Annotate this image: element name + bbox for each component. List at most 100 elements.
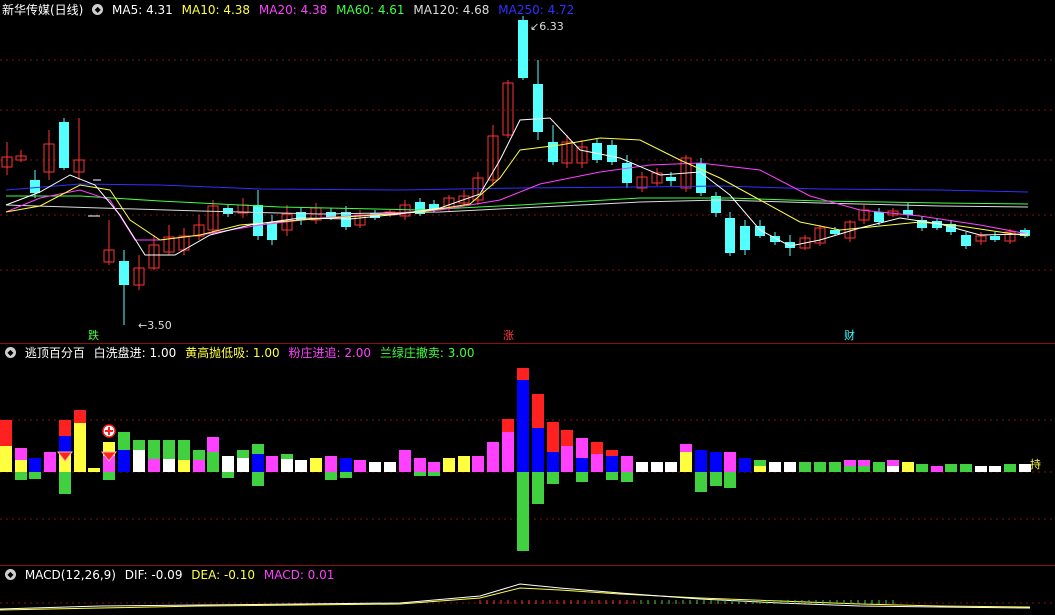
indicator-bar (561, 430, 573, 446)
dif-line (0, 583, 1031, 610)
indicator-bar (414, 458, 426, 472)
indicator-bar (945, 464, 957, 472)
candle-body (961, 235, 971, 246)
candle-body (30, 180, 40, 193)
indicator-side-label: 持 (1030, 458, 1041, 471)
indicator-bar (1004, 464, 1016, 472)
indicator-bar (606, 472, 618, 480)
indicator-bar (163, 440, 175, 459)
indicator-bar (547, 472, 559, 484)
indicator-bar (414, 472, 426, 476)
indicator-bar (74, 410, 86, 423)
indicator-pane[interactable]: ◆ 逃顶百分百 白洗盘进: 1.00 黄高抛低吸: 1.00 粉庄进追: 2.0… (0, 344, 1055, 564)
indicator-bar (118, 450, 130, 472)
indicator-bar (754, 460, 766, 466)
indicator-bar (237, 450, 249, 458)
indicator-bar (695, 450, 707, 472)
indicator-bar (193, 460, 205, 472)
candle-body (119, 261, 129, 285)
indicator-bar (784, 462, 796, 472)
indicator-bar (754, 466, 766, 472)
indicator-bar (399, 450, 411, 472)
indicator-bar (547, 452, 559, 472)
event-label-rise[interactable]: 涨 (503, 327, 514, 343)
indicator-bar (0, 420, 12, 446)
indicator-bars[interactable] (0, 344, 1055, 564)
indicator-bar (532, 394, 544, 428)
indicator-bar (887, 466, 899, 472)
candle-body (518, 20, 528, 78)
indicator-bar (887, 460, 899, 466)
indicator-bar (222, 472, 234, 478)
indicator-bar (237, 458, 249, 472)
indicator-bar (517, 380, 529, 472)
candle-body (622, 163, 632, 183)
candle-body (874, 212, 884, 222)
event-label-fall[interactable]: 跌 (88, 327, 99, 343)
indicator-bar (472, 456, 484, 472)
indicator-bar (15, 472, 27, 480)
indicator-bar (340, 472, 352, 478)
indicator-bar (844, 460, 856, 466)
indicator-bar (710, 472, 722, 486)
candlestick-chart[interactable] (0, 0, 1055, 343)
indicator-bar (916, 464, 928, 472)
indicator-bar (88, 468, 100, 472)
candle-body (59, 122, 69, 168)
indicator-bar (354, 460, 366, 472)
indicator-bar (799, 462, 811, 472)
low-price-mark: ←3.50 (138, 319, 172, 332)
indicator-bar (532, 472, 544, 504)
indicator-bar (621, 472, 633, 482)
indicator-bar (59, 472, 71, 494)
indicator-bar (724, 472, 736, 488)
indicator-bar (207, 437, 219, 452)
indicator-bar (207, 452, 219, 472)
dea-line (0, 587, 1031, 611)
indicator-bar (695, 472, 707, 492)
indicator-bar (222, 456, 234, 472)
indicator-bar (178, 460, 190, 472)
indicator-bar (133, 440, 145, 450)
candle-body (533, 84, 543, 132)
indicator-bar (769, 462, 781, 472)
indicator-bar (163, 459, 175, 472)
candle-body (725, 218, 735, 253)
candle-body (267, 223, 277, 240)
event-label-finance[interactable]: 财 (844, 327, 855, 343)
indicator-bar (502, 419, 514, 432)
indicator-bar (665, 462, 677, 472)
indicator-bar (443, 458, 455, 472)
indicator-bar (59, 436, 71, 452)
indicator-bar (829, 462, 841, 472)
indicator-bar (739, 458, 751, 472)
indicator-bar (873, 462, 885, 472)
indicator-bar (29, 472, 41, 479)
candle-body (341, 212, 351, 227)
candle-body (666, 177, 676, 181)
candle-body (607, 145, 617, 162)
indicator-bar (606, 450, 618, 456)
indicator-bar (547, 422, 559, 452)
indicator-bar (561, 446, 573, 472)
indicator-bar (710, 452, 722, 472)
candle-body (223, 208, 233, 214)
indicator-bar (340, 458, 352, 472)
candle-body (592, 143, 602, 160)
indicator-bar (502, 432, 514, 472)
macd-pane[interactable]: ◆ MACD(12,26,9) DIF: -0.09 DEA: -0.10 MA… (0, 566, 1055, 615)
indicator-bar (15, 448, 27, 460)
candle-body (830, 230, 840, 234)
indicator-bar (384, 462, 396, 472)
indicator-bar (178, 440, 190, 460)
indicator-bar (15, 460, 27, 472)
price-pane[interactable]: 新华传媒(日线) ◆ MA5: 4.31 MA10: 4.38 MA20: 4.… (0, 0, 1055, 343)
indicator-bar (814, 462, 826, 472)
indicator-bar (487, 442, 499, 472)
indicator-bar (576, 458, 588, 472)
candle-body (253, 205, 263, 236)
macd-chart[interactable] (0, 566, 1055, 615)
candle-body (740, 226, 750, 250)
indicator-bar (281, 459, 293, 472)
indicator-bar (59, 420, 71, 436)
